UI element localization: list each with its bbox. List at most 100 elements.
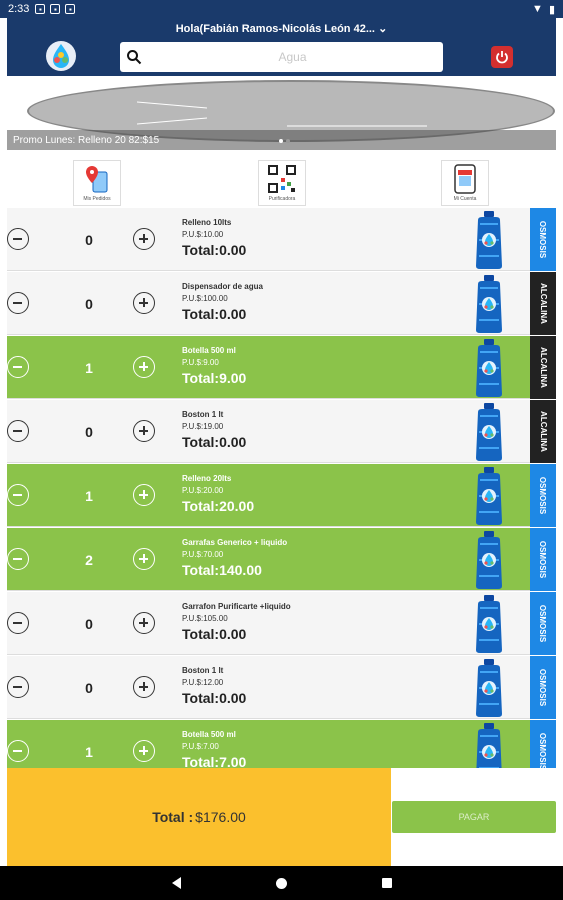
search-icon	[127, 50, 142, 65]
product-price: P.U.$:9.00	[182, 358, 219, 367]
search-bar[interactable]: Agua	[120, 42, 443, 72]
product-list[interactable]: 0 Relleno 10lts P.U.$:10.00 Total:0.00 OSMOS…	[7, 208, 556, 768]
product-total: Total:0.00	[182, 626, 247, 642]
location-phone-icon	[86, 166, 108, 193]
water-type-label: ALCALINA	[538, 347, 548, 388]
minus-icon[interactable]	[7, 740, 29, 762]
product-name: Boston 1 lt	[182, 666, 224, 675]
home-icon[interactable]	[275, 877, 287, 889]
water-type-tag: OSMOSIS	[530, 592, 556, 655]
notification-icon: ▪	[35, 4, 46, 14]
product-total: Total:0.00	[182, 242, 247, 258]
promo-banner[interactable]: Promo Lunes: Relleno 20 82:$15	[7, 76, 556, 150]
shortcut-label: Mis Pedidos	[83, 196, 111, 202]
quantity-value: 0	[85, 680, 93, 696]
app-bar: Hola(Fabián Ramos-Nicolás León 42... ⌄ A…	[7, 18, 556, 76]
quantity-value: 0	[85, 296, 93, 312]
minus-icon[interactable]	[7, 420, 29, 442]
water-type-label: OSMOSIS	[538, 220, 548, 259]
water-type-label: OSMOSIS	[538, 540, 548, 579]
product-row[interactable]: 1 Botella 500 ml P.U.$:7.00 Total:7.00 OSMOS…	[7, 720, 556, 768]
battery-icon: ▮	[548, 3, 555, 16]
product-price: P.U.$:19.00	[182, 422, 224, 431]
product-price: P.U.$:10.00	[182, 230, 224, 239]
product-row[interactable]: 0 Boston 1 lt P.U.$:12.00 Total:0.00 OSMOSIS	[7, 656, 556, 719]
product-price: P.U.$:20.00	[182, 486, 224, 495]
water-bottle-icon	[472, 210, 506, 270]
status-bar: 2:33 ▪ ▪ ▪ ▼ ▮	[0, 0, 563, 18]
back-icon[interactable]	[171, 877, 181, 889]
product-name: Boston 1 lt	[182, 410, 224, 419]
minus-icon[interactable]	[7, 612, 29, 634]
water-type-label: OSMOSIS	[538, 668, 548, 707]
product-name: Dispensador de agua	[182, 282, 263, 291]
minus-icon[interactable]	[7, 356, 29, 378]
wifi-icon: ▼	[532, 3, 543, 15]
product-total: Total:9.00	[182, 370, 247, 386]
product-row[interactable]: 0 Garrafon Purificarte +liquido P.U.$:105.…	[7, 592, 556, 655]
water-type-tag: ALCALINA	[530, 336, 556, 399]
minus-icon[interactable]	[7, 484, 29, 506]
product-row[interactable]: 0 Dispensador de agua P.U.$:100.00 Total:0.…	[7, 272, 556, 335]
system-nav-bar	[0, 866, 563, 900]
quantity-value: 1	[85, 360, 93, 376]
shortcut-orders[interactable]: Mis Pedidos	[73, 160, 121, 206]
shortcut-label: Mi Cuenta	[453, 196, 477, 202]
product-price: P.U.$:70.00	[182, 550, 224, 559]
water-type-tag: ALCALINA	[530, 272, 556, 335]
water-type-tag: OSMOSIS	[530, 464, 556, 527]
plus-icon[interactable]	[133, 676, 155, 698]
banner-lines	[137, 101, 427, 127]
product-name: Botella 500 ml	[182, 730, 236, 739]
plus-icon[interactable]	[133, 356, 155, 378]
total-label: Total :	[152, 809, 194, 825]
checkout-footer: Total : $176.00 PAGAR	[7, 768, 556, 866]
product-row[interactable]: 1 Relleno 20lts P.U.$:20.00 Total:20.00 OSMO…	[7, 464, 556, 527]
plus-icon[interactable]	[133, 740, 155, 762]
water-bottle-icon	[472, 274, 506, 334]
plus-icon[interactable]	[133, 484, 155, 506]
product-row[interactable]: 0 Relleno 10lts P.U.$:10.00 Total:0.00 OSMOS…	[7, 208, 556, 271]
product-row[interactable]: 2 Garrafas Generico + liquido P.U.$:70.00 T…	[7, 528, 556, 591]
search-input[interactable]: Agua	[142, 50, 443, 64]
water-type-tag: OSMOSIS	[530, 208, 556, 271]
status-time: 2:33	[8, 3, 30, 15]
plus-icon[interactable]	[133, 612, 155, 634]
quantity-value: 1	[85, 488, 93, 504]
product-row[interactable]: 0 Boston 1 lt P.U.$:19.00 Total:0.00 ALCALIN…	[7, 400, 556, 463]
store-phone-icon	[454, 164, 476, 194]
water-bottle-icon	[472, 594, 506, 654]
shortcut-account[interactable]: Mi Cuenta	[441, 160, 489, 206]
power-button[interactable]	[491, 46, 513, 68]
product-total: Total:0.00	[182, 434, 247, 450]
product-name: Relleno 20lts	[182, 474, 232, 483]
water-type-label: ALCALINA	[538, 411, 548, 452]
power-icon	[496, 51, 508, 64]
recent-apps-icon[interactable]	[381, 878, 392, 888]
plus-icon[interactable]	[133, 420, 155, 442]
product-total: Total:20.00	[182, 498, 255, 514]
water-type-label: OSMOSIS	[538, 604, 548, 643]
water-bottle-icon	[472, 722, 506, 768]
minus-icon[interactable]	[7, 292, 29, 314]
product-name: Relleno 10lts	[182, 218, 232, 227]
plus-icon[interactable]	[133, 228, 155, 250]
water-bottle-icon	[472, 402, 506, 462]
total-box: Total : $176.00	[7, 768, 391, 866]
quantity-value: 0	[85, 616, 93, 632]
shortcut-purifier[interactable]: Purificadora	[258, 160, 306, 206]
carousel-dots	[279, 139, 290, 143]
minus-icon[interactable]	[7, 228, 29, 250]
water-type-tag: ALCALINA	[530, 400, 556, 463]
product-name: Garrafon Purificarte +liquido	[182, 602, 291, 611]
plus-icon[interactable]	[133, 548, 155, 570]
notification-icon: ▪	[65, 4, 76, 14]
product-row[interactable]: 1 Botella 500 ml P.U.$:9.00 Total:9.00 ALCAL…	[7, 336, 556, 399]
plus-icon[interactable]	[133, 292, 155, 314]
user-selector[interactable]: Hola(Fabián Ramos-Nicolás León 42... ⌄	[7, 22, 556, 35]
qr-code-icon	[268, 165, 296, 193]
pay-button[interactable]: PAGAR	[392, 801, 556, 833]
minus-icon[interactable]	[7, 676, 29, 698]
minus-icon[interactable]	[7, 548, 29, 570]
product-price: P.U.$:7.00	[182, 742, 219, 751]
